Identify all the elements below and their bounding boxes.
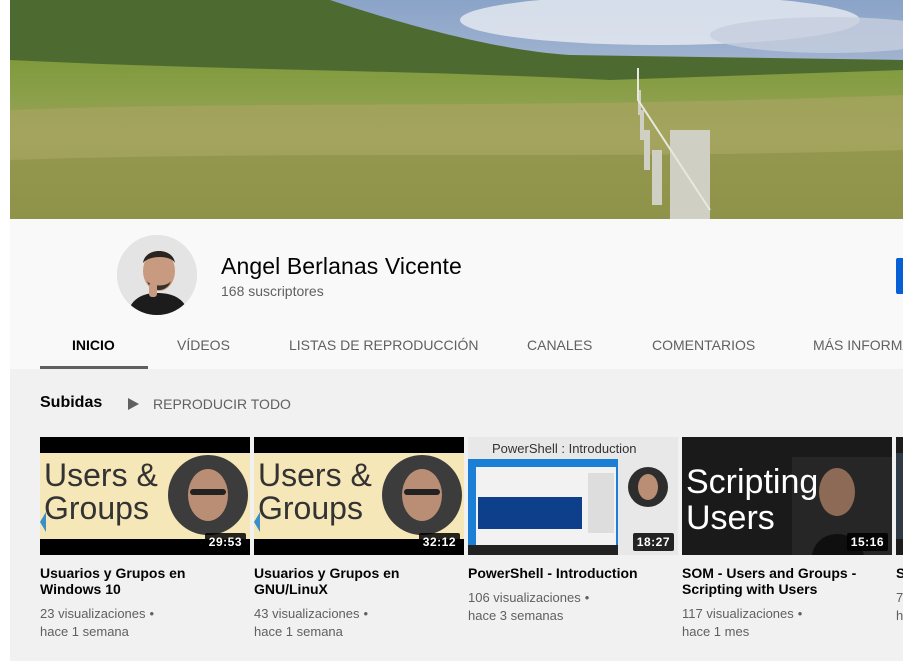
tab-label: Inicio bbox=[72, 337, 115, 353]
video-duration: 18:27 bbox=[632, 533, 674, 551]
video-duration: 29:53 bbox=[204, 533, 246, 551]
channel-tabs: Inicio Vídeos Listas de reproducción Can… bbox=[40, 326, 903, 369]
play-all-label: Reproducir todo bbox=[153, 396, 291, 412]
video-duration: 15:16 bbox=[846, 533, 888, 551]
subscribe-button[interactable] bbox=[896, 258, 903, 294]
separator-dot: • bbox=[149, 606, 155, 621]
upload-age: hace 3 semanas bbox=[468, 608, 564, 623]
video-thumbnail[interactable]: Scripting Users 15:16 bbox=[682, 437, 892, 555]
separator-dot: • bbox=[363, 606, 369, 621]
thumb-text: Scripting bbox=[686, 463, 818, 501]
tab-about[interactable]: Más información bbox=[813, 326, 903, 369]
video-thumbnail[interactable]: Users & Groups 32:12 bbox=[254, 437, 464, 555]
channel-avatar[interactable] bbox=[117, 235, 197, 315]
tab-inicio[interactable]: Inicio bbox=[40, 326, 148, 369]
view-count: 7 bbox=[896, 590, 903, 605]
view-count: 23 visualizaciones bbox=[40, 606, 146, 621]
thumb-text: PowerShell : Introduction bbox=[492, 441, 637, 456]
video-thumbnail[interactable] bbox=[896, 437, 903, 555]
video-card[interactable]: S E 7 h bbox=[896, 437, 903, 625]
tab-videos[interactable]: Vídeos bbox=[177, 326, 230, 369]
video-title[interactable]: Usuarios y Grupos en Windows 10 bbox=[40, 565, 245, 597]
video-card[interactable]: Users & Groups 29:53 Usuarios y Grupos e… bbox=[40, 437, 250, 641]
section-title[interactable]: Subidas bbox=[40, 394, 102, 412]
upload-age: hace 1 semana bbox=[254, 624, 343, 639]
video-thumbnail[interactable]: PowerShell : Introduction 18:27 bbox=[468, 437, 678, 555]
video-card[interactable]: Scripting Users 15:16 SOM - Users and Gr… bbox=[682, 437, 892, 641]
thumb-text: Users & bbox=[44, 457, 158, 493]
thumb-text: Users & bbox=[258, 457, 372, 493]
tab-comments[interactable]: Comentarios bbox=[652, 326, 755, 369]
video-meta: 23 visualizaciones • hace 1 semana bbox=[40, 605, 250, 641]
tab-label: Canales bbox=[527, 337, 593, 353]
separator-dot: • bbox=[584, 590, 590, 605]
play-all-button[interactable]: Reproducir todo bbox=[128, 394, 291, 414]
upload-age: hace 1 semana bbox=[40, 624, 129, 639]
channel-name: Angel Berlanas Vicente bbox=[221, 253, 462, 279]
video-meta: 7 h bbox=[896, 589, 903, 625]
uploads-section: Subidas Reproducir todo Users & Groups 2… bbox=[10, 369, 903, 661]
separator-dot: • bbox=[797, 606, 803, 621]
channel-banner bbox=[10, 0, 903, 219]
upload-age: hace 1 mes bbox=[682, 624, 750, 639]
upload-age: h bbox=[896, 608, 903, 623]
tab-playlists[interactable]: Listas de reproducción bbox=[289, 326, 479, 369]
subscriber-count: 168 suscriptores bbox=[221, 283, 324, 299]
tab-channels[interactable]: Canales bbox=[527, 326, 592, 369]
video-card[interactable]: Users & Groups 32:12 Usuarios y Grupos e… bbox=[254, 437, 464, 641]
video-meta: 106 visualizaciones • hace 3 semanas bbox=[468, 589, 678, 625]
tab-label: Comentarios bbox=[652, 337, 756, 353]
video-title[interactable]: PowerShell - Introduction bbox=[468, 565, 673, 581]
video-card[interactable]: PowerShell : Introduction 18:27 PowerShe… bbox=[468, 437, 678, 625]
tab-label: Más información bbox=[813, 337, 903, 353]
channel-header: Angel Berlanas Vicente 168 suscriptores … bbox=[10, 219, 903, 369]
video-meta: 117 visualizaciones • hace 1 mes bbox=[682, 605, 892, 641]
video-thumbnail[interactable]: Users & Groups 29:53 bbox=[40, 437, 250, 555]
thumb-text: Groups bbox=[258, 490, 363, 526]
video-meta: 43 visualizaciones • hace 1 semana bbox=[254, 605, 464, 641]
view-count: 43 visualizaciones bbox=[254, 606, 360, 621]
video-title[interactable]: SOM - Users and Groups - Scripting with … bbox=[682, 565, 887, 597]
tab-label: Listas de reproducción bbox=[289, 337, 479, 353]
video-title[interactable]: Usuarios y Grupos en GNU/LinuX bbox=[254, 565, 459, 597]
thumb-text: Users bbox=[686, 499, 775, 537]
play-icon bbox=[128, 398, 139, 410]
video-title[interactable]: S E bbox=[896, 565, 903, 581]
video-duration: 32:12 bbox=[418, 533, 460, 551]
view-count: 117 visualizaciones bbox=[682, 606, 794, 621]
view-count: 106 visualizaciones bbox=[468, 590, 581, 605]
thumb-text: Groups bbox=[44, 490, 149, 526]
tab-label: Vídeos bbox=[177, 337, 230, 353]
